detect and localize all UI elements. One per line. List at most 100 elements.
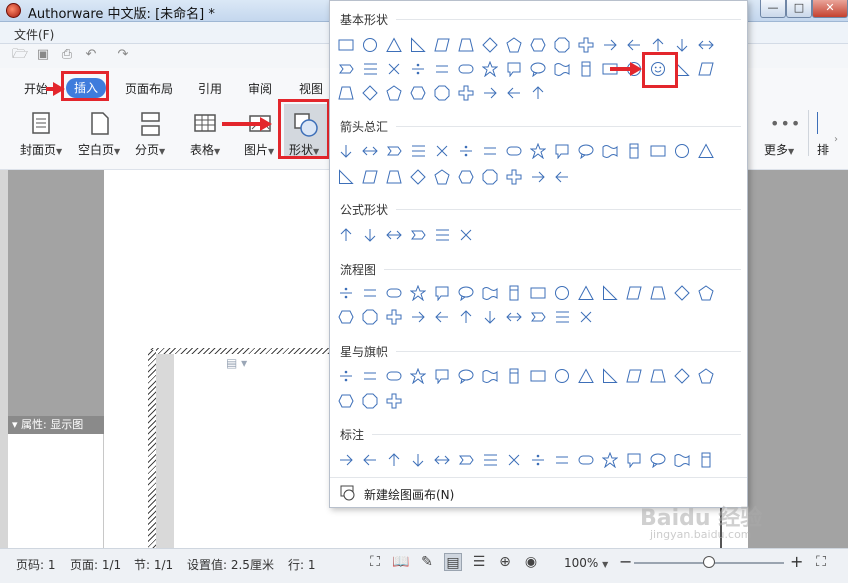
shape-item[interactable]	[362, 85, 378, 101]
shape-item[interactable]	[434, 285, 450, 302]
shape-item[interactable]	[626, 37, 642, 53]
redo-icon[interactable]: ↷	[116, 48, 130, 62]
shape-item[interactable]	[434, 37, 450, 53]
shape-item[interactable]	[506, 285, 522, 301]
shape-item[interactable]	[362, 143, 378, 159]
shape-item[interactable]	[626, 368, 642, 384]
shape-item[interactable]	[338, 393, 354, 409]
shape-item[interactable]	[698, 37, 714, 53]
shape-item[interactable]	[506, 85, 522, 101]
cover-page-icon[interactable]	[31, 112, 53, 136]
shape-item[interactable]	[386, 61, 402, 77]
properties-bar[interactable]: ▾ 属性: 显示图	[8, 416, 104, 434]
shape-item[interactable]	[434, 227, 450, 243]
shape-item[interactable]	[482, 285, 498, 301]
shape-item[interactable]	[698, 368, 714, 384]
shape-item[interactable]	[506, 61, 522, 78]
shape-item[interactable]	[482, 143, 498, 159]
shape-item[interactable]	[506, 169, 522, 185]
shape-item[interactable]	[602, 37, 618, 53]
shape-item[interactable]	[410, 169, 426, 185]
shape-item[interactable]	[506, 452, 522, 468]
tab-page-layout[interactable]: 页面布局	[125, 80, 173, 97]
shape-item[interactable]	[362, 452, 378, 468]
ribbon-scroll-right-icon[interactable]: ›	[834, 134, 838, 145]
tab-review[interactable]: 审阅	[248, 80, 272, 97]
design-window[interactable]	[148, 348, 330, 548]
shape-item[interactable]	[506, 37, 522, 53]
minimize-button[interactable]: —	[760, 0, 786, 18]
shape-item[interactable]	[578, 309, 594, 325]
shape-item[interactable]	[650, 143, 666, 159]
shape-item[interactable]	[506, 309, 522, 325]
table-button[interactable]: 表格▼	[190, 141, 220, 158]
shape-item[interactable]	[554, 452, 570, 468]
shape-item[interactable]	[410, 143, 426, 159]
shape-item[interactable]	[626, 452, 642, 469]
shape-item[interactable]	[554, 309, 570, 325]
shape-item[interactable]	[482, 309, 498, 325]
shape-item[interactable]	[530, 85, 546, 101]
shape-item[interactable]	[386, 227, 402, 243]
menu-file[interactable]: 文件(F)	[14, 26, 54, 43]
shape-item[interactable]	[698, 285, 714, 301]
shape-item[interactable]	[409, 284, 427, 302]
shape-item[interactable]	[386, 393, 402, 409]
shape-item[interactable]	[338, 227, 354, 243]
shape-item[interactable]	[602, 368, 618, 384]
zoom-out-button[interactable]: −	[619, 552, 632, 571]
cut-label[interactable]: 排	[817, 141, 829, 158]
shape-item[interactable]	[674, 285, 690, 301]
page-break-button[interactable]: 分页▼	[135, 141, 165, 158]
new-canvas-button[interactable]: 新建绘图画布(N)	[364, 486, 454, 503]
save-icon[interactable]: ▣	[36, 48, 50, 62]
shape-item[interactable]	[650, 368, 666, 384]
shape-item[interactable]	[386, 368, 402, 384]
shape-item[interactable]	[386, 309, 402, 325]
blank-page-icon[interactable]	[89, 112, 111, 136]
shape-item[interactable]	[386, 452, 402, 468]
eye-protect-icon[interactable]: ◉	[522, 553, 540, 571]
more-icon[interactable]: •••	[770, 114, 801, 133]
fullscreen-icon[interactable]: ⛶	[366, 553, 384, 571]
shape-item[interactable]	[482, 452, 498, 468]
shape-item[interactable]	[362, 169, 378, 185]
folder-icon[interactable]: 🗁	[12, 48, 28, 62]
shape-item[interactable]	[481, 60, 499, 78]
shape-item[interactable]	[674, 37, 690, 53]
shape-item[interactable]	[338, 368, 354, 384]
shape-item[interactable]	[434, 368, 450, 385]
table-icon[interactable]	[194, 113, 216, 135]
shape-item[interactable]	[674, 452, 690, 468]
tab-references[interactable]: 引用	[198, 80, 222, 97]
shape-item[interactable]	[554, 61, 570, 77]
shape-item[interactable]	[338, 37, 354, 53]
picture-button[interactable]: 图片▼	[244, 141, 274, 158]
shape-item[interactable]	[458, 227, 474, 243]
reading-mode-icon[interactable]: 📖	[392, 553, 410, 571]
zoom-in-button[interactable]: +	[790, 552, 803, 571]
shape-item[interactable]	[434, 85, 450, 101]
shape-item[interactable]	[530, 61, 546, 78]
shape-item[interactable]	[458, 368, 474, 385]
shape-item[interactable]	[410, 37, 426, 53]
shape-item[interactable]	[386, 169, 402, 185]
shape-item[interactable]	[410, 452, 426, 468]
zoom-slider-thumb[interactable]	[703, 556, 715, 568]
shape-item[interactable]	[362, 37, 378, 53]
shape-item[interactable]	[434, 452, 450, 468]
shape-item[interactable]	[650, 285, 666, 301]
shape-item[interactable]	[362, 227, 378, 243]
print-icon[interactable]: ⎙	[60, 48, 74, 62]
shape-item[interactable]	[386, 37, 402, 53]
shape-item[interactable]	[434, 169, 450, 185]
shape-item[interactable]	[506, 143, 522, 159]
shape-item[interactable]	[578, 368, 594, 384]
shape-item[interactable]	[578, 285, 594, 301]
shape-item[interactable]	[674, 143, 690, 159]
shape-item[interactable]	[434, 309, 450, 325]
shape-item[interactable]	[362, 61, 378, 77]
shape-item[interactable]	[362, 393, 378, 409]
shape-item[interactable]	[578, 61, 594, 77]
shape-item[interactable]	[530, 452, 546, 468]
